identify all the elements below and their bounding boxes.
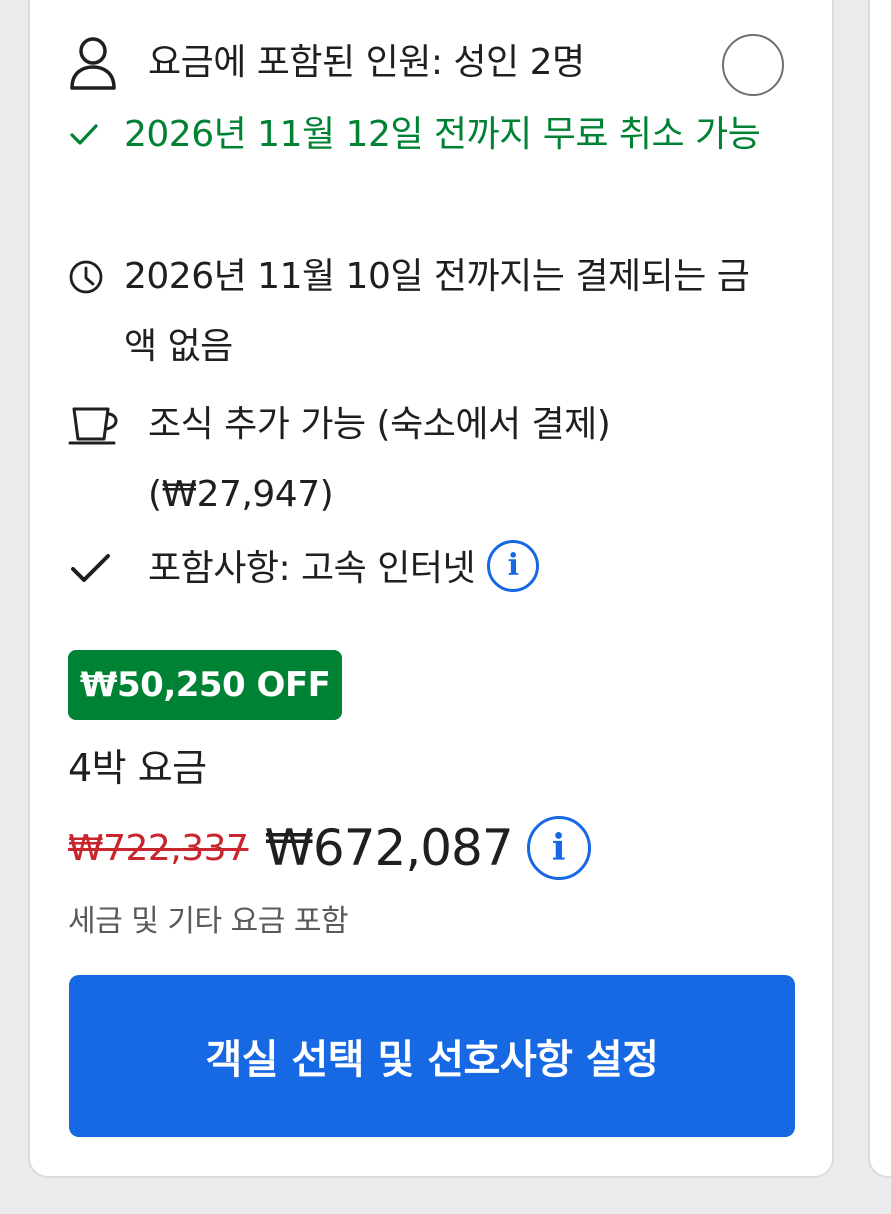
price-info-icon[interactable]: i (526, 816, 591, 880)
breakfast-text: 조식 추가 가능 (숙소에서 결제) (₩27,947) (148, 404, 611, 515)
amenity-text: 포함사항: 고속 인터넷 (148, 548, 476, 589)
discount-badge: ₩50,250 OFF (68, 650, 343, 720)
select-room-button[interactable]: 객실 선택 및 선호사항 설정 (69, 975, 795, 1137)
payment-row: 2026년 11월 10일 전까지는 결제되는 금액 없음 (68, 242, 768, 382)
current-price: ₩672,087 (264, 819, 513, 877)
occupancy-row: 요금에 포함된 인원: 성인 2명 (68, 28, 768, 98)
checkmark-icon (68, 534, 124, 604)
coffee-cup-icon (68, 390, 124, 460)
person-icon (68, 28, 124, 98)
free-cancellation-text: 2026년 11월 12일 전까지 무료 취소 가능 (124, 114, 761, 155)
clock-icon (68, 242, 124, 312)
amenity-row: 포함사항: 고속 인터넷 i (68, 534, 768, 604)
price-row: ₩722,337 ₩672,087 i (68, 812, 591, 884)
payment-text: 2026년 11월 10일 전까지는 결제되는 금액 없음 (124, 256, 750, 367)
taxes-note: 세금 및 기타 요금 포함 (68, 904, 349, 939)
occupancy-text: 요금에 포함된 인원: 성인 2명 (148, 42, 585, 83)
next-offer-card-edge[interactable] (868, 0, 891, 1178)
free-cancellation-row: 2026년 11월 12일 전까지 무료 취소 가능 (68, 100, 768, 170)
breakfast-row: 조식 추가 가능 (숙소에서 결제) (₩27,947) (68, 390, 768, 530)
stay-length-label: 4박 요금 (68, 746, 207, 790)
original-price: ₩722,337 (68, 827, 249, 869)
info-icon[interactable]: i (487, 540, 540, 592)
checkmark-icon (68, 100, 124, 170)
